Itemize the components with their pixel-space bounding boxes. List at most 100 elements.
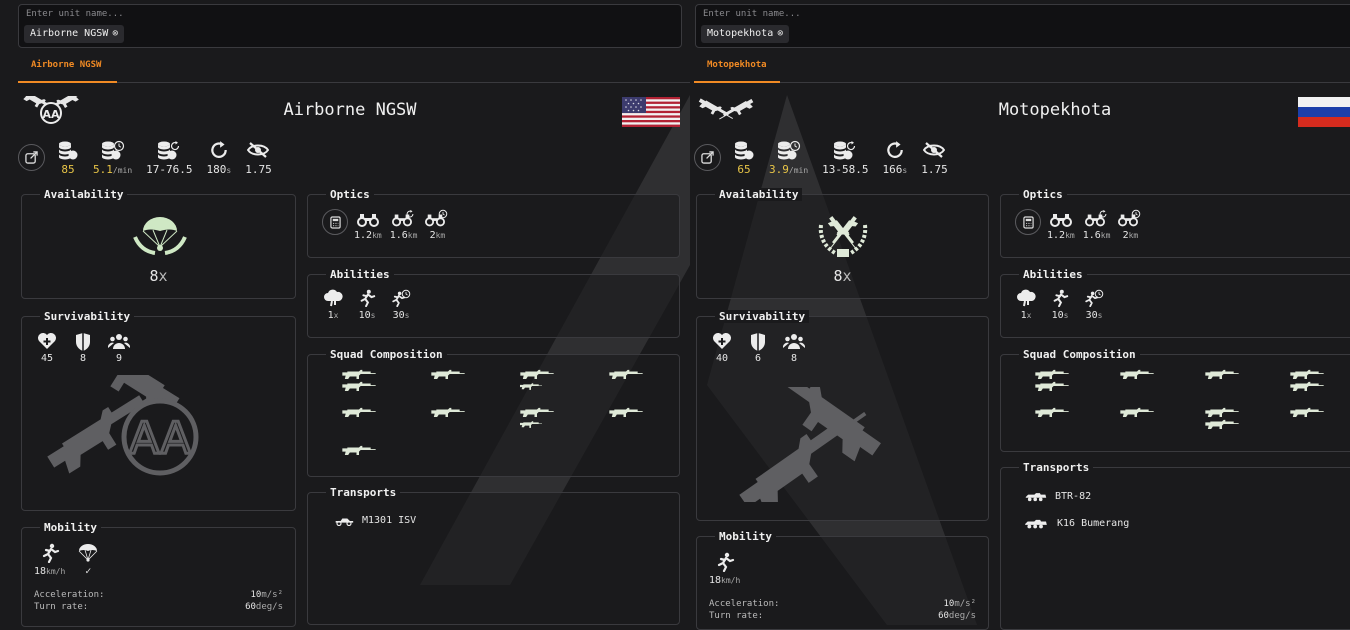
squad-member [417, 369, 506, 399]
squad-size-stat: 8 [783, 332, 805, 364]
turn-rate-value: 60deg/s [245, 602, 283, 612]
smoke-ability: 1x [1015, 289, 1037, 321]
open-external-link-button[interactable] [694, 144, 721, 171]
optics-calculator-button[interactable] [322, 209, 348, 235]
optics-stats: 1.2km 1.6km 2km [354, 209, 449, 241]
squad-member [1106, 407, 1191, 437]
selected-unit-chip[interactable]: Airborne NGSW ⊗ [24, 25, 125, 43]
reload-stat: 180s [207, 140, 232, 176]
cost-value: 65 [737, 163, 751, 176]
usa-flag-icon [622, 97, 680, 127]
optics-stats: 1.2km 1.6km 2km [1047, 209, 1142, 241]
abilities-title: Abilities [326, 268, 394, 281]
shield-icon [75, 332, 91, 352]
optics-calculator-button[interactable] [1015, 209, 1041, 235]
external-link-icon [701, 151, 714, 164]
sprint-clock-icon [392, 289, 411, 307]
turn-rate-value: 60deg/s [938, 611, 976, 621]
selected-unit-chip[interactable]: Motopekhota ⊗ [701, 25, 790, 43]
mobility-stats: 18km/h ✓ [34, 543, 99, 577]
squad-composition-title: Squad Composition [326, 348, 447, 361]
optics-range-3: 2km [1118, 209, 1142, 241]
reload-unit: s [226, 166, 232, 175]
health-stat: 45 [36, 332, 58, 364]
coins-clock-icon [777, 140, 800, 160]
acceleration-value: 10m/s² [250, 590, 283, 600]
abilities-panel: Abilities 1x 10s 30s [307, 268, 680, 338]
parachute-icon [78, 543, 98, 563]
rifle-icon [1290, 369, 1324, 379]
health-value: 40 [715, 353, 729, 364]
refresh-icon [885, 140, 905, 160]
eye-off-icon [923, 142, 945, 158]
unit-search-input[interactable]: Enter unit name... Airborne NGSW ⊗ [18, 4, 682, 48]
tab-unit[interactable]: Airborne NGSW [18, 52, 117, 83]
sprint-icon [1050, 289, 1070, 307]
coins-icon [733, 140, 755, 160]
unit-stats-row: 85 5.1/min 17-76.5 180s 1.75 [18, 140, 286, 180]
binoculars-icon [1050, 213, 1072, 227]
smoke-icon [323, 289, 343, 307]
income-unit: /min [788, 166, 809, 175]
eye-off-icon [247, 142, 269, 158]
transports-panel: Transports M1301 ISV [307, 486, 680, 625]
turn-rate-label: Turn rate: [709, 611, 764, 621]
apc-icon [1025, 492, 1047, 502]
tab-unit[interactable]: Motopekhota [694, 52, 780, 83]
income-stat: 5.1/min [93, 140, 132, 176]
resupply-stat: 17-76.5 [146, 140, 193, 176]
transport-label: M1301 ISV [362, 515, 417, 526]
squad-member [1191, 407, 1276, 437]
transport-item[interactable]: M1301 ISV [334, 515, 416, 526]
calculator-icon [330, 216, 341, 229]
parachutist-badge-icon [133, 217, 187, 255]
transport-label: BTR-82 [1055, 491, 1092, 502]
chip-remove-icon[interactable]: ⊗ [777, 25, 783, 43]
income-value: 5.1 [93, 163, 113, 176]
launcher-icon [1035, 381, 1069, 391]
optics-title: Optics [326, 188, 374, 201]
motor-rifle-badge-icon [818, 214, 868, 257]
transports-title: Transports [1019, 461, 1094, 474]
rifle-icon [609, 369, 643, 379]
squad-weapon-grid [1021, 369, 1350, 437]
squad-member [506, 369, 595, 399]
resupply-value: 13-58.5 [822, 163, 869, 176]
binoculars-target-icon [1118, 209, 1141, 227]
availability-panel: Availability 8x [21, 188, 296, 299]
transport-item[interactable]: K16 Bumerang [1023, 518, 1129, 529]
unit-search-input[interactable]: Enter unit name... Motopekhota ⊗ [695, 4, 1350, 48]
armor-stat: 6 [747, 332, 769, 364]
squad-size-stat: 9 [108, 332, 130, 364]
transports-title: Transports [326, 486, 401, 499]
squad-weapon-grid [328, 369, 684, 475]
squad-member [1191, 369, 1276, 399]
availability-count: 8x [149, 267, 168, 285]
cost-stat: 85 [57, 140, 79, 176]
transports-panel: Transports BTR-82 K16 Bumerang [1000, 461, 1350, 630]
chip-remove-icon[interactable]: ⊗ [112, 25, 118, 43]
russia-flag-icon [1298, 97, 1350, 127]
tab-divider [780, 82, 1350, 83]
rifle-icon [1120, 407, 1154, 417]
sprint-ability: 10s [1049, 289, 1071, 321]
transport-item[interactable]: BTR-82 [1025, 491, 1091, 502]
rifle-icon [342, 407, 376, 417]
open-external-link-button[interactable] [18, 144, 45, 171]
airdrop-value: ✓ [85, 566, 92, 577]
running-soldier-icon [714, 552, 736, 572]
survivability-panel: Survivability 45 8 9 AA [21, 310, 296, 511]
left-unit-column: Enter unit name... Airborne NGSW ⊗ Airbo… [0, 0, 690, 630]
reload-unit: s [902, 166, 908, 175]
squad-member [328, 445, 417, 475]
airdrop-stat: ✓ [77, 543, 99, 577]
stealth-value: 1.75 [921, 163, 948, 176]
squad-member [1021, 407, 1106, 437]
availability-panel: Availability 8x [696, 188, 989, 299]
pistol-icon [520, 381, 542, 391]
survivability-title: Survivability [40, 310, 135, 323]
abilities-panel: Abilities 1x 10s 30s [1000, 268, 1350, 338]
svg-text:AA: AA [129, 413, 190, 464]
people-icon [783, 332, 805, 350]
cost-value: 85 [61, 163, 75, 176]
